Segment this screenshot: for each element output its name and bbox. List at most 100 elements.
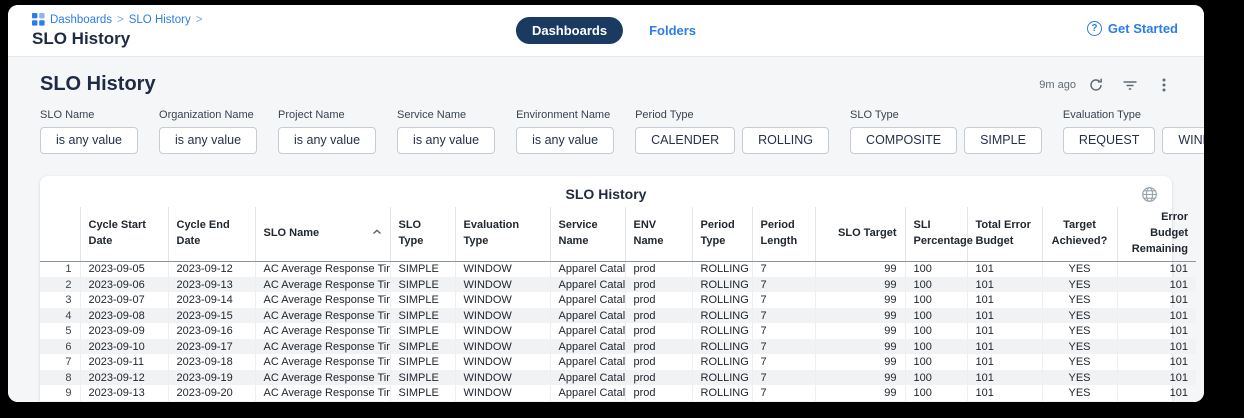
filter-chips: is any value (40, 127, 138, 154)
column-header-label: Service Name (559, 219, 598, 247)
column-header-evaluation-type[interactable]: Evaluation Type (455, 207, 550, 261)
cell-period-length: 7 (752, 261, 815, 277)
breadcrumb-item-slo-history[interactable]: SLO History (129, 14, 191, 26)
cell-service-name: Apparel Catal... (550, 354, 625, 370)
column-header-env-name[interactable]: ENV Name (625, 207, 692, 261)
filter-icon[interactable] (1122, 77, 1138, 93)
column-header-period-type[interactable]: Period Type (692, 207, 752, 261)
cell-period-type: ROLLING (692, 354, 752, 370)
tab-dashboards[interactable]: Dashboards (516, 17, 623, 44)
column-header-cycle-end-date[interactable]: Cycle End Date (168, 207, 255, 261)
filter-group-organization-name: Organization Name is any value (159, 109, 257, 154)
slo-history-table: Cycle Start Date Cycle End Date SLO Name SL… (40, 207, 1196, 402)
filter-label: Service Name (397, 109, 495, 121)
cell-cycle-start-date: 2023-09-11 (80, 354, 168, 370)
cell-service-name: Apparel Catal... (550, 401, 625, 402)
column-header-period-length[interactable]: Period Length (752, 207, 815, 261)
cell-slo-name: AC Average Response Time (255, 401, 390, 402)
cell-target-achieved: YES (1042, 308, 1117, 324)
cell-cycle-start-date: 2023-09-07 (80, 292, 168, 308)
cell-evaluation-type: WINDOW (455, 277, 550, 293)
cell-env-name: prod (625, 370, 692, 386)
filter-chip-composite[interactable]: COMPOSITE (850, 127, 957, 154)
tab-folders[interactable]: Folders (649, 23, 696, 38)
column-header-error-budget-remaining[interactable]: Error Budget Remaining (1117, 207, 1196, 261)
cell-target-achieved: YES (1042, 277, 1117, 293)
cell-evaluation-type: WINDOW (455, 261, 550, 277)
row-index: 10 (40, 401, 80, 402)
filter-group-environment-name: Environment Nameis any value (516, 109, 614, 154)
filter-group-project-name: Project Nameis any value (278, 109, 376, 154)
column-header-total-error-budget[interactable]: Total Error Budget (967, 207, 1042, 261)
column-header-target-achieved[interactable]: Target Achieved? (1042, 207, 1117, 261)
cell-period-length: 7 (752, 385, 815, 401)
breadcrumb-item-dashboards[interactable]: Dashboards (50, 14, 112, 26)
filter-group-period-type: Period TypeCALENDERROLLING (635, 109, 829, 154)
cell-slo-type: SIMPLE (390, 292, 455, 308)
cell-slo-name: AC Average Response Time (255, 339, 390, 355)
cell-slo-name: AC Average Response Time (255, 277, 390, 293)
cell-evaluation-type: WINDOW (455, 308, 550, 324)
column-header-slo-target[interactable]: SLO Target (815, 207, 905, 261)
filter-chip-is-any-value[interactable]: is any value (40, 127, 138, 154)
cell-period-length: 7 (752, 277, 815, 293)
column-header-sli-percentage[interactable]: SLI Percentage (905, 207, 967, 261)
cell-period-type: ROLLING (692, 323, 752, 339)
cell-period-type: ROLLING (692, 339, 752, 355)
cell-period-length: 7 (752, 354, 815, 370)
filter-chip-rolling[interactable]: ROLLING (742, 127, 829, 154)
filter-chip-is-any-value[interactable]: is any value (397, 127, 495, 154)
cell-env-name: prod (625, 339, 692, 355)
column-header-label: Cycle End Date (177, 219, 230, 247)
cell-slo-type: SIMPLE (390, 261, 455, 277)
table-header-row: Cycle Start Date Cycle End Date SLO Name SL… (40, 207, 1196, 261)
row-index: 1 (40, 261, 80, 277)
cell-target-achieved: YES (1042, 339, 1117, 355)
cell-target-achieved: YES (1042, 292, 1117, 308)
filter-chip-calender[interactable]: CALENDER (635, 127, 735, 154)
filter-chip-request[interactable]: REQUEST (1063, 127, 1155, 154)
row-index-header (40, 207, 80, 261)
cell-cycle-start-date: 2023-09-09 (80, 323, 168, 339)
cell-cycle-end-date: 2023-09-15 (168, 308, 255, 324)
cell-evaluation-type: WINDOW (455, 339, 550, 355)
column-header-label: Evaluation Type (464, 219, 520, 247)
column-header-cycle-start-date[interactable]: Cycle Start Date (80, 207, 168, 261)
cell-sli-percentage: 100 (905, 370, 967, 386)
get-started-button[interactable]: ? Get Started (1087, 21, 1178, 36)
column-header-slo-name[interactable]: SLO Name (255, 207, 390, 261)
cell-slo-name: AC Average Response Time (255, 323, 390, 339)
column-header-label: SLO Type (399, 219, 424, 247)
filter-chip-is-any-value[interactable]: is any value (516, 127, 614, 154)
filter-chip-window[interactable]: WINDOW (1162, 127, 1204, 154)
filter-chip-is-any-value[interactable]: is any value (278, 127, 376, 154)
filter-label: SLO Name (40, 109, 138, 121)
cell-total-error-budget: 101 (967, 385, 1042, 401)
cell-slo-type: SIMPLE (390, 323, 455, 339)
filter-chip-simple[interactable]: SIMPLE (964, 127, 1042, 154)
cell-service-name: Apparel Catal... (550, 277, 625, 293)
cell-slo-name: AC Average Response Time (255, 370, 390, 386)
cell-env-name: prod (625, 385, 692, 401)
cell-env-name: prod (625, 401, 692, 402)
cell-slo-name: AC Average Response Time (255, 292, 390, 308)
more-menu-icon[interactable] (1156, 77, 1172, 93)
dashboard-actions: 9m ago (1039, 77, 1172, 93)
column-header-slo-type[interactable]: SLO Type (390, 207, 455, 261)
refresh-icon[interactable] (1088, 77, 1104, 93)
column-header-label: ENV Name (634, 219, 664, 247)
filter-chips: is any value (278, 127, 376, 154)
row-index: 8 (40, 370, 80, 386)
cell-period-type: ROLLING (692, 292, 752, 308)
filter-group-slo-type: SLO TypeCOMPOSITESIMPLE (850, 109, 1042, 154)
filter-chip-is-any-value[interactable]: is any value (159, 127, 257, 154)
cell-error-budget-remaining: 101 (1117, 339, 1196, 355)
cell-env-name: prod (625, 277, 692, 293)
cell-evaluation-type: WINDOW (455, 401, 550, 402)
filter-group-service-name: Service Name is any value (397, 109, 495, 154)
filter-label: Organization Name (159, 109, 257, 121)
cell-cycle-start-date: 2023-09-12 (80, 370, 168, 386)
cell-env-name: prod (625, 308, 692, 324)
column-header-service-name[interactable]: Service Name (550, 207, 625, 261)
cell-period-length: 7 (752, 292, 815, 308)
